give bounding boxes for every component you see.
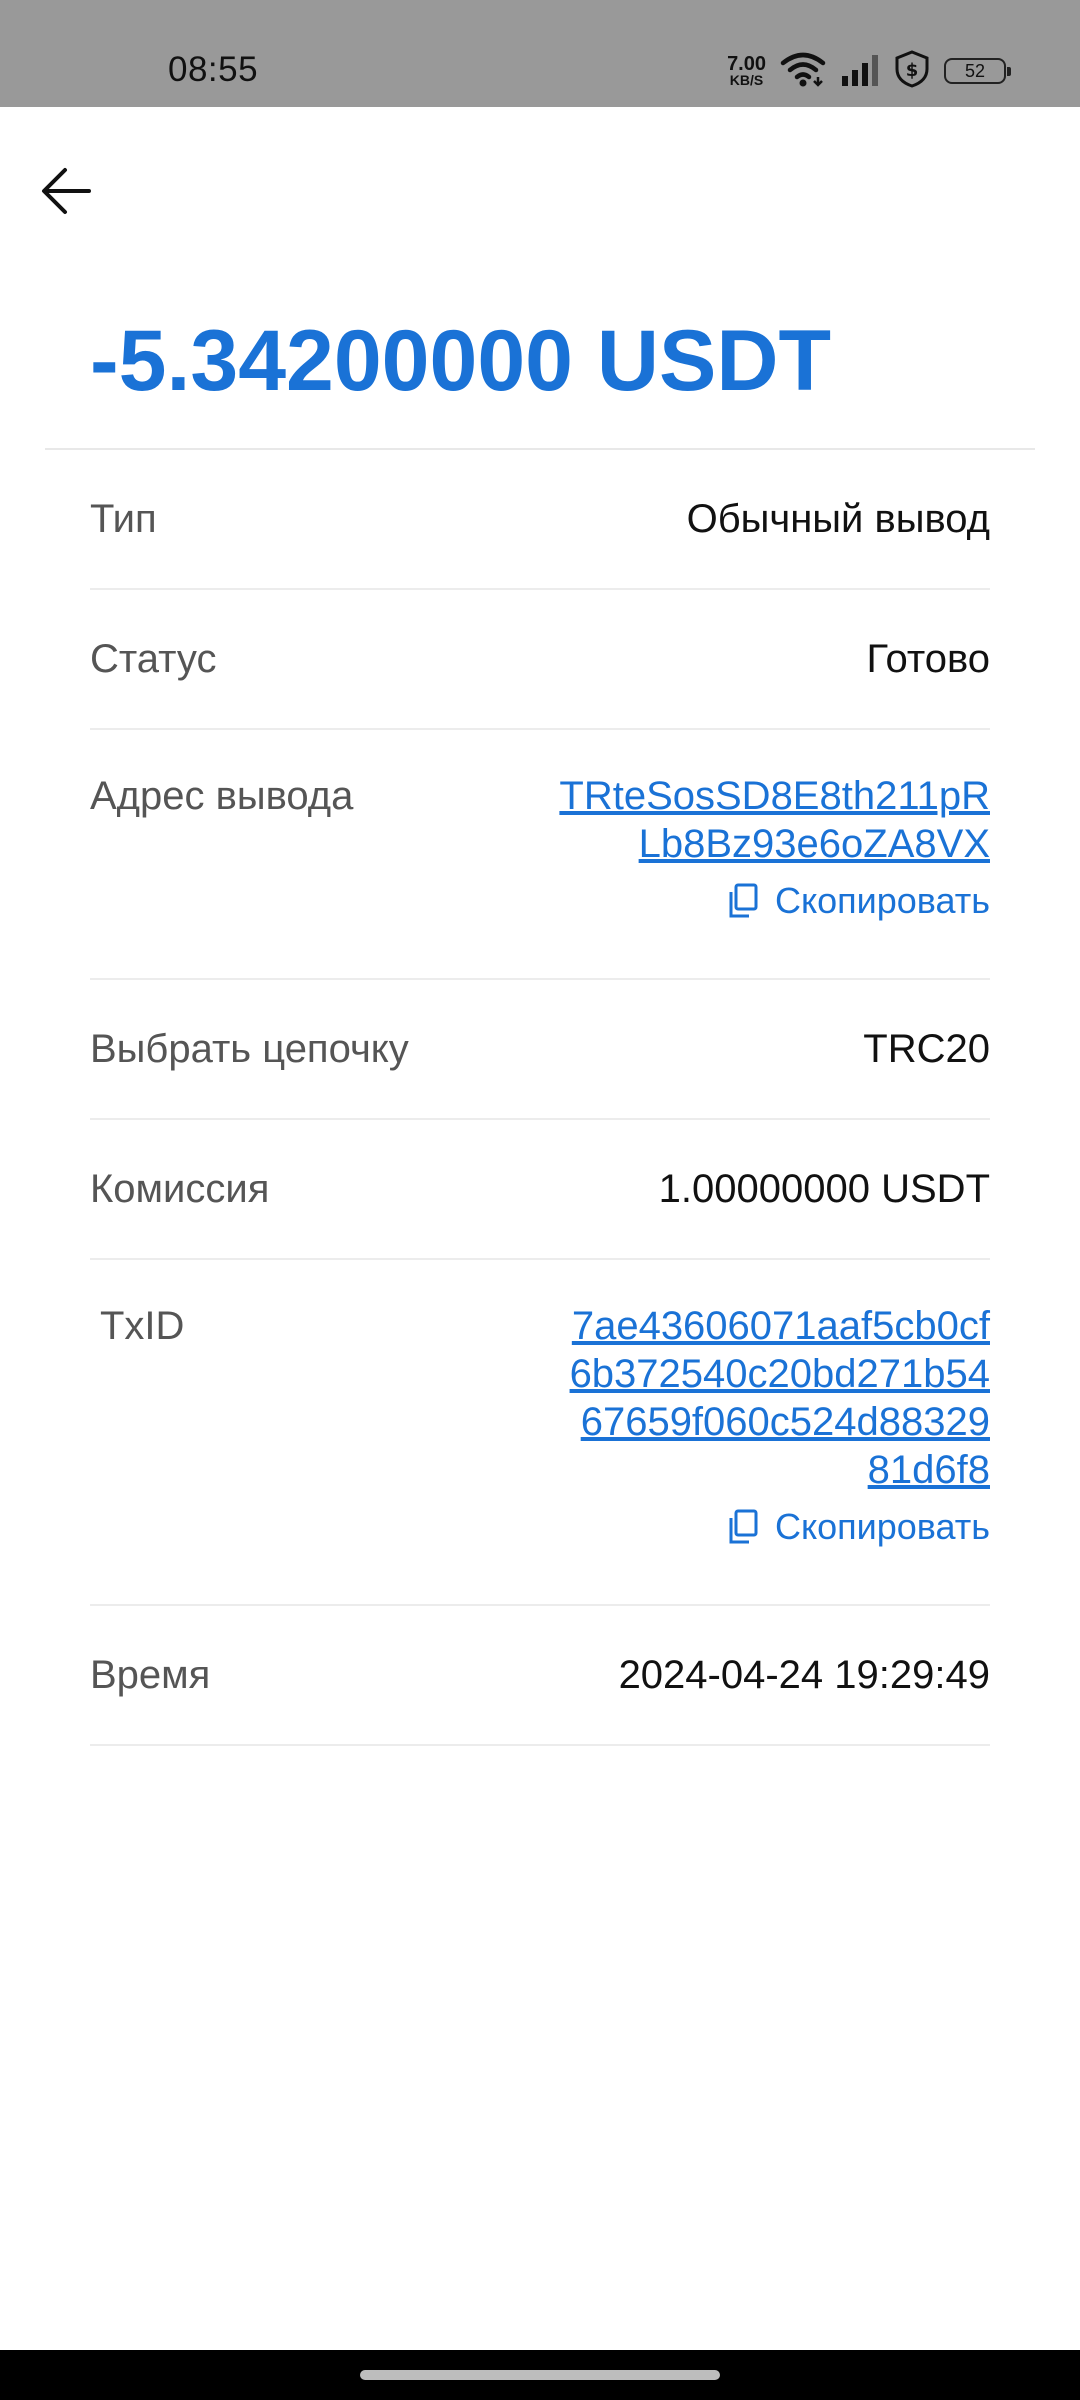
transaction-details: Тип Обычный вывод Статус Готово Адрес вы… <box>90 450 990 1746</box>
txid-link[interactable]: 7ae43606071aaf5cb0cf 6b372540c20bd271b54… <box>570 1302 990 1494</box>
svg-text:$: $ <box>906 60 919 81</box>
status-time: 08:55 <box>168 50 259 89</box>
arrow-left-icon <box>42 168 91 214</box>
type-label: Тип <box>90 496 157 541</box>
signal-icon <box>840 52 880 91</box>
transaction-amount: -5.34200000 USDT <box>90 313 831 409</box>
txid-line-1: 7ae43606071aaf5cb0cf <box>571 1304 990 1348</box>
network-speed-unit: KB/S <box>729 71 764 88</box>
home-indicator[interactable] <box>360 2370 720 2380</box>
copy-txid-button[interactable]: Скопировать <box>727 1506 990 1548</box>
detail-row-time: Время 2024-04-24 19:29:49 <box>90 1606 990 1746</box>
address-link[interactable]: TRteSosSD8E8th211pR Lb8Bz93e6oZA8VX <box>559 772 990 868</box>
status-bar: 08:55 7.00 KB/S $ 52 <box>0 0 1080 107</box>
chain-value: TRC20 <box>863 1026 990 1071</box>
network-speed: 7.00 KB/S <box>727 52 766 88</box>
txid-line-4: 81d6f8 <box>867 1448 990 1492</box>
address-line-2: Lb8Bz93e6oZA8VX <box>638 822 990 866</box>
network-speed-value: 7.00 <box>727 52 766 75</box>
txid-line-3: 67659f060c524d88329 <box>580 1400 990 1444</box>
chain-label: Выбрать цепочку <box>90 1026 409 1071</box>
detail-row-type: Тип Обычный вывод <box>90 450 990 590</box>
time-value: 2024-04-24 19:29:49 <box>618 1652 990 1697</box>
txid-label: TxID <box>100 1304 185 1348</box>
detail-row-address: Адрес вывода TRteSosSD8E8th211pR Lb8Bz93… <box>90 730 990 980</box>
shield-dollar-icon: $ <box>894 49 930 93</box>
detail-row-fee: Комиссия 1.00000000 USDT <box>90 1120 990 1260</box>
navigation-bar <box>0 2350 1080 2400</box>
wifi-icon <box>780 51 826 92</box>
address-label: Адрес вывода <box>90 774 354 818</box>
type-value: Обычный вывод <box>686 496 990 541</box>
fee-label: Комиссия <box>90 1166 270 1211</box>
detail-row-status: Статус Готово <box>90 590 990 730</box>
detail-row-txid: TxID 7ae43606071aaf5cb0cf 6b372540c20bd2… <box>90 1260 990 1606</box>
status-value: Готово <box>866 636 990 681</box>
address-line-1: TRteSosSD8E8th211pR <box>559 774 990 818</box>
status-label: Статус <box>90 636 217 681</box>
fee-value: 1.00000000 USDT <box>658 1166 990 1211</box>
txid-value-block: 7ae43606071aaf5cb0cf 6b372540c20bd271b54… <box>570 1302 990 1548</box>
address-value-block: TRteSosSD8E8th211pR Lb8Bz93e6oZA8VX Скоп… <box>559 772 990 922</box>
copy-txid-label: Скопировать <box>774 1506 990 1547</box>
copy-address-label: Скопировать <box>774 880 990 921</box>
copy-address-button[interactable]: Скопировать <box>727 880 990 922</box>
txid-line-2: 6b372540c20bd271b54 <box>569 1352 990 1396</box>
detail-row-chain: Выбрать цепочку TRC20 <box>90 980 990 1120</box>
copy-icon <box>729 883 758 918</box>
status-icons: 7.00 KB/S $ 52 <box>727 48 1011 94</box>
battery-icon: 52 <box>944 58 1011 84</box>
copy-icon <box>729 1509 758 1544</box>
back-button[interactable] <box>32 160 100 222</box>
battery-level: 52 <box>964 60 986 81</box>
time-label: Время <box>90 1652 211 1697</box>
